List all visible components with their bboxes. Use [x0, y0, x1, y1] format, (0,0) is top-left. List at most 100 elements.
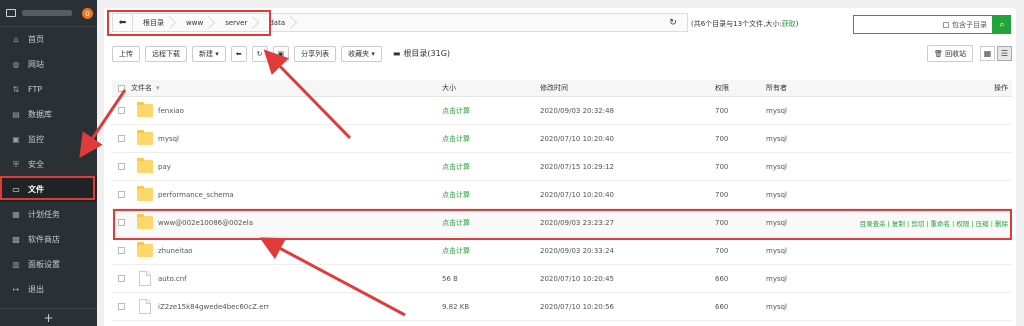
upload-button[interactable]: 上传 [112, 45, 140, 62]
grid-view-icon[interactable]: ▦ [980, 46, 995, 61]
sidebar-item-monitor[interactable]: ▣ 监控 [0, 127, 97, 152]
recycle-bin-button[interactable]: 🗑 回收站 [927, 45, 974, 62]
sidebar-item-calendar[interactable]: ▦ 计划任务 [0, 202, 97, 227]
table-row[interactable]: auto.cnf 56 B 2020/07/10 10:20:45 660 mysql [112, 265, 1012, 293]
modified-time: 2020/07/10 10:20:56 [540, 302, 615, 311]
select-all-checkbox[interactable] [118, 84, 125, 92]
permission[interactable]: 660 [715, 303, 728, 311]
header-time[interactable]: 修改时间 [540, 83, 568, 93]
folder-icon [137, 102, 153, 117]
globe-icon: ◍ [12, 60, 20, 69]
table-row[interactable]: mysql 点击计算 2020/07/10 10:20:40 700 mysql [112, 125, 1012, 153]
sidebar-item-globe[interactable]: ◍ 网站 [0, 52, 97, 77]
table-row[interactable]: zhuneitao 点击计算 2020/09/03 20:33:24 700 mysql [112, 237, 1012, 265]
list-view-icon[interactable]: ☰ [997, 46, 1012, 61]
breadcrumb-server[interactable]: server [215, 14, 259, 31]
calendar-icon: ▦ [12, 210, 20, 219]
row-checkbox[interactable] [118, 219, 125, 226]
sidebar-item-database[interactable]: ▤ 数据库 [0, 102, 97, 127]
notification-badge[interactable]: 0 [82, 8, 93, 19]
permission[interactable]: 700 [715, 135, 728, 143]
row-checkbox[interactable] [118, 303, 125, 310]
file-name[interactable]: performance_schema [158, 191, 234, 199]
owner[interactable]: mysql [766, 247, 787, 255]
calc-size-link[interactable]: 点击计算 [442, 246, 470, 256]
owner[interactable]: mysql [766, 135, 787, 143]
share-list-button[interactable]: 分享列表 [294, 45, 337, 62]
row-checkbox[interactable] [118, 191, 125, 198]
owner[interactable]: mysql [766, 275, 787, 283]
permission[interactable]: 660 [715, 275, 728, 283]
file-name[interactable]: iZ2ze15k84gwede4bec60cZ.err [158, 303, 269, 311]
server-name-redacted [22, 10, 72, 16]
table-row[interactable]: www@002e10086@002ela 点击计算 2020/09/03 23:23… [112, 209, 1012, 237]
row-checkbox[interactable] [118, 163, 125, 170]
permission[interactable]: 700 [715, 219, 728, 227]
disk-selector[interactable]: ▬ 根目录(31G) [393, 48, 450, 59]
table-row[interactable]: iZ2ze15k84gwede4bec60cZ.err 9.82 KB 2020/0… [112, 293, 1012, 321]
row-checkbox[interactable] [118, 275, 125, 282]
sidebar-item-ftp[interactable]: ⇅ FTP [0, 77, 97, 102]
sidebar-item-label: 文件 [28, 185, 44, 194]
file-name[interactable]: fenxiao [158, 107, 184, 115]
owner[interactable]: mysql [766, 219, 787, 227]
sidebar-item-home[interactable]: ⌂ 首页 [0, 27, 97, 52]
calc-size-link[interactable]: 点击计算 [442, 106, 470, 116]
table-row[interactable]: fenxiao 点击计算 2020/09/03 20:32:48 700 mysql [112, 97, 1012, 125]
file-manager-panel: ⬅ 根目录 www server data ↻ (共6个目录与13个文件,大小:… [104, 8, 1016, 326]
terminal-button[interactable]: ▣ [272, 45, 290, 62]
owner[interactable]: mysql [766, 303, 787, 311]
get-size-link[interactable]: 获取 [782, 20, 796, 28]
sidebar-item-logout[interactable]: ↦ 退出 [0, 277, 97, 302]
permission[interactable]: 700 [715, 247, 728, 255]
file-name[interactable]: auto.cnf [158, 275, 187, 283]
sidebar-item-folder[interactable]: ▭ 文件 [0, 177, 97, 202]
breadcrumb-root[interactable]: 根目录 [133, 14, 176, 31]
refresh-button[interactable]: ↻ [251, 45, 268, 62]
back-button[interactable]: ⬅ [230, 45, 247, 62]
sidebar-item-shield[interactable]: ⛨ 安全 [0, 152, 97, 177]
permission[interactable]: 700 [715, 191, 728, 199]
calc-size-link[interactable]: 点击计算 [442, 162, 470, 172]
file-name[interactable]: pay [158, 163, 171, 171]
row-actions[interactable]: 目录查杀 | 复制 | 剪切 | 重命名 | 权限 | 压缩 | 删除 [860, 218, 1008, 228]
include-subdir-checkbox[interactable] [943, 21, 949, 28]
calc-size-link[interactable]: 点击计算 [442, 190, 470, 200]
row-checkbox[interactable] [118, 247, 125, 254]
table-row[interactable]: performance_schema 点击计算 2020/07/10 10:20:4… [112, 181, 1012, 209]
back-arrow-icon[interactable]: ⬅ [113, 14, 133, 31]
file-name[interactable]: www@002e10086@002ela [158, 219, 253, 227]
directory-summary: (共6个目录与13个文件,大小:获取) [691, 19, 798, 29]
file-name[interactable]: zhuneitao [158, 247, 193, 255]
remote-download-button[interactable]: 远程下载 [145, 45, 187, 62]
header-name[interactable]: 文件名 ▾ [131, 83, 160, 93]
sidebar-item-store[interactable]: ▩ 软件商店 [0, 227, 97, 252]
owner[interactable]: mysql [766, 107, 787, 115]
permission[interactable]: 700 [715, 163, 728, 171]
search-input[interactable]: 包含子目录 [853, 15, 993, 34]
settings-icon: ▥ [12, 260, 20, 269]
refresh-path-icon[interactable]: ↻ [666, 14, 680, 31]
modified-time: 2020/09/03 20:32:48 [540, 106, 615, 115]
favorites-button[interactable]: 收藏夹 ▾ [341, 45, 382, 62]
table-body: fenxiao 点击计算 2020/09/03 20:32:48 700 mysql my… [112, 97, 1012, 321]
calc-size-link[interactable]: 点击计算 [442, 134, 470, 144]
monitor-icon: ▣ [12, 135, 20, 144]
header-size[interactable]: 大小 [442, 83, 456, 93]
modified-time: 2020/07/15 10:29:12 [540, 162, 615, 171]
row-checkbox[interactable] [118, 135, 125, 142]
table-row[interactable]: pay 点击计算 2020/07/15 10:29:12 700 mysql [112, 153, 1012, 181]
new-button[interactable]: 新建 ▾ [192, 45, 226, 62]
sidebar-item-settings[interactable]: ▥ 面板设置 [0, 252, 97, 277]
search-icon[interactable]: ⌕ [993, 15, 1011, 34]
add-button[interactable]: + [0, 308, 97, 326]
owner[interactable]: mysql [766, 191, 787, 199]
permission[interactable]: 700 [715, 107, 728, 115]
file-name[interactable]: mysql [158, 135, 179, 143]
calc-size-link[interactable]: 点击计算 [442, 218, 470, 228]
row-checkbox[interactable] [118, 107, 125, 114]
breadcrumb-data[interactable]: data [259, 14, 297, 31]
breadcrumb-www[interactable]: www [176, 14, 215, 31]
file-icon [137, 299, 151, 314]
owner[interactable]: mysql [766, 163, 787, 171]
